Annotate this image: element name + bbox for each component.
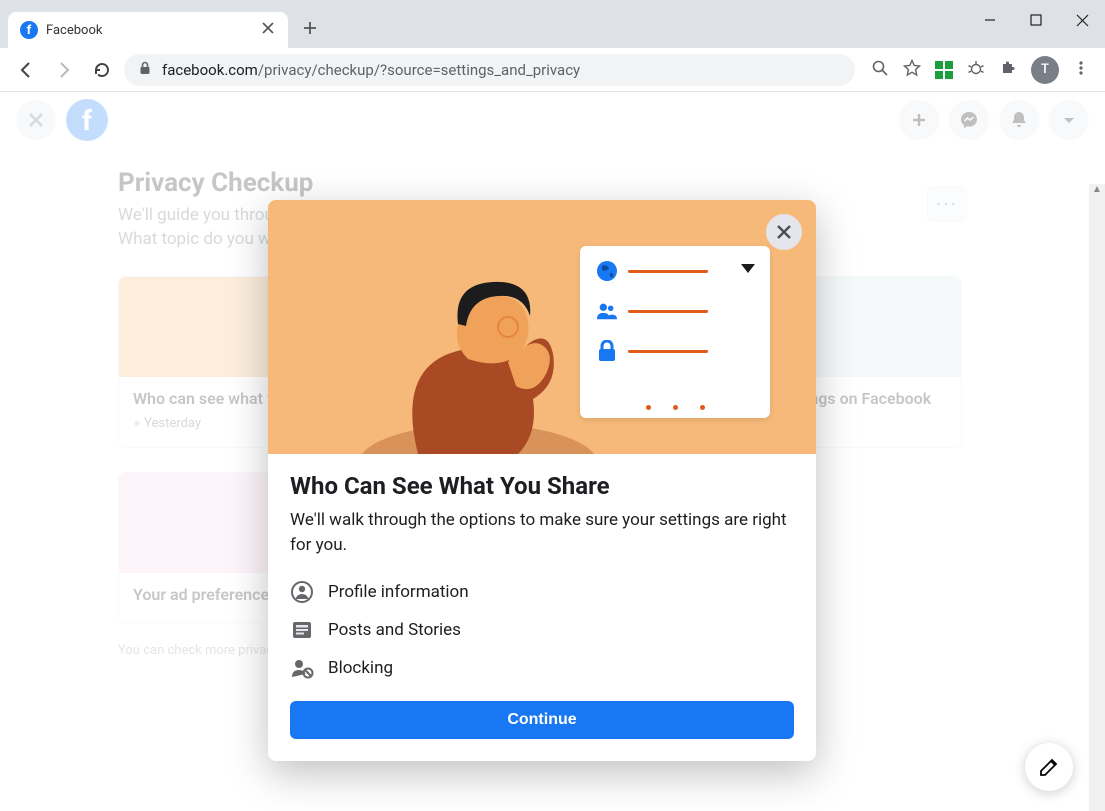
window-minimize-button[interactable] xyxy=(967,0,1013,40)
modal-item-profile-info: Profile information xyxy=(290,573,794,611)
person-illustration xyxy=(358,224,618,454)
hero-settings-card xyxy=(580,246,770,418)
modal-title: Who Can See What You Share xyxy=(290,472,794,500)
profile-info-icon xyxy=(290,580,314,604)
continue-button[interactable]: Continue xyxy=(290,701,794,739)
privacy-modal: Who Can See What You Share We'll walk th… xyxy=(268,200,816,761)
browser-menu-icon[interactable] xyxy=(1073,60,1089,80)
compose-fab-button[interactable] xyxy=(1025,743,1073,791)
extension-grid-icon[interactable] xyxy=(935,61,953,79)
posts-stories-icon xyxy=(290,618,314,642)
extensions-puzzle-icon[interactable] xyxy=(999,59,1017,81)
forward-button[interactable] xyxy=(48,54,80,86)
lock-icon xyxy=(138,61,152,79)
facebook-favicon: f xyxy=(20,21,38,39)
back-button[interactable] xyxy=(10,54,42,86)
zoom-icon[interactable] xyxy=(871,59,889,81)
browser-tab[interactable]: f Facebook xyxy=(8,12,288,48)
bookmark-star-icon[interactable] xyxy=(903,59,921,81)
modal-hero-illustration xyxy=(268,200,816,454)
address-bar[interactable]: facebook.com/privacy/checkup/?source=set… xyxy=(124,54,855,86)
browser-titlebar: f Facebook xyxy=(0,0,1105,48)
tab-title: Facebook xyxy=(46,23,252,38)
window-close-button[interactable] xyxy=(1059,0,1105,40)
globe-icon xyxy=(596,260,618,282)
lock-icon xyxy=(596,340,618,362)
window-maximize-button[interactable] xyxy=(1013,0,1059,40)
modal-item-posts-stories: Posts and Stories xyxy=(290,611,794,649)
vertical-scrollbar[interactable]: ▲ xyxy=(1089,184,1105,811)
modal-item-blocking: Blocking xyxy=(290,649,794,687)
browser-toolbar: facebook.com/privacy/checkup/?source=set… xyxy=(0,48,1105,92)
modal-close-button[interactable] xyxy=(766,214,802,250)
new-tab-button[interactable] xyxy=(302,20,318,40)
blocking-icon xyxy=(290,656,314,680)
friends-icon xyxy=(596,300,618,322)
profile-avatar[interactable]: T xyxy=(1031,56,1059,84)
url-text: facebook.com/privacy/checkup/?source=set… xyxy=(162,61,580,79)
tab-close-button[interactable] xyxy=(260,20,276,40)
extension-bug-icon[interactable] xyxy=(967,59,985,81)
reload-button[interactable] xyxy=(86,54,118,86)
page-content: f Privacy Checkup We'll guide you throug… xyxy=(0,92,1105,811)
modal-description: We'll walk through the options to make s… xyxy=(290,508,794,557)
